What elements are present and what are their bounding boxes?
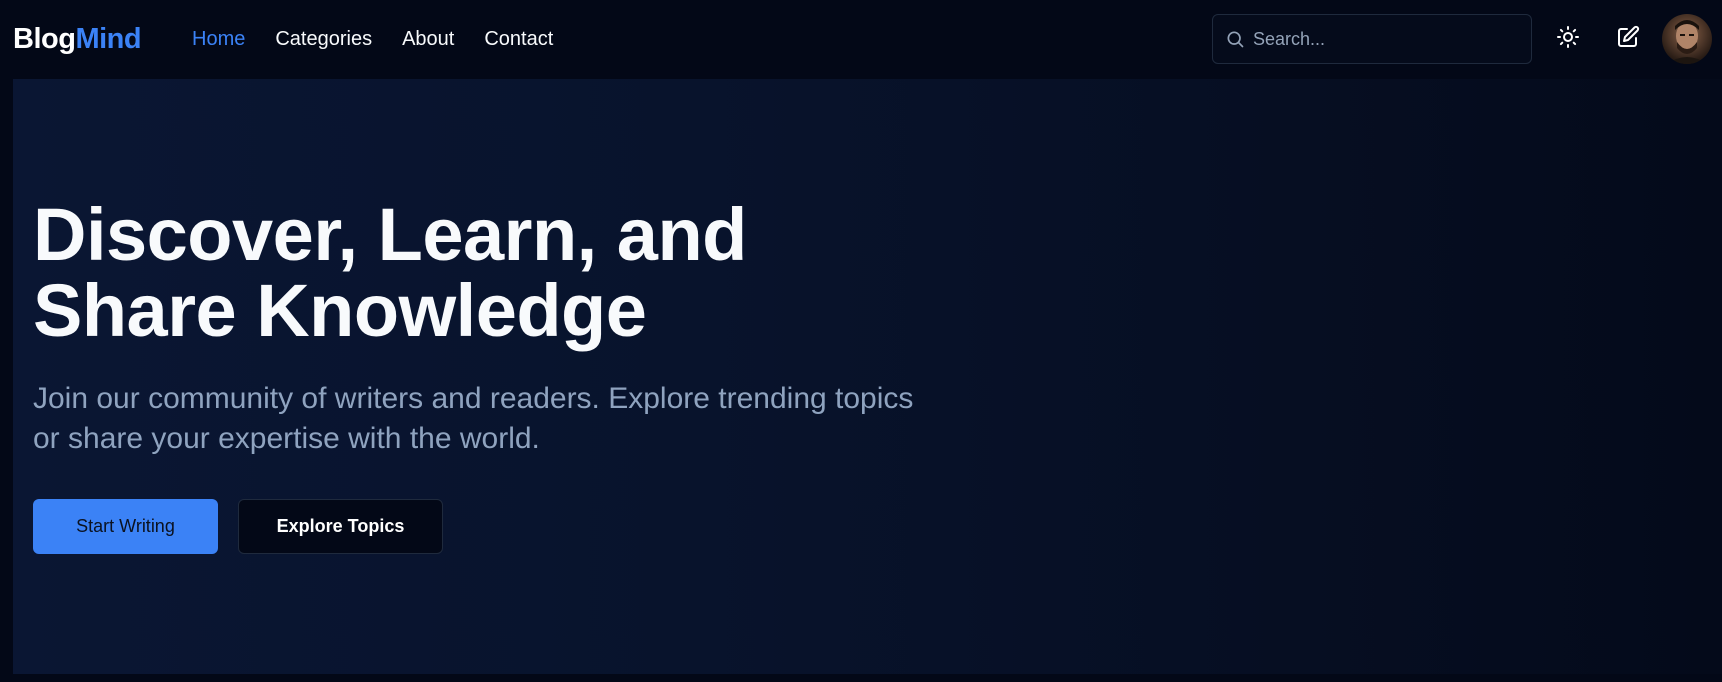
user-avatar[interactable] (1662, 14, 1712, 64)
theme-toggle-button[interactable] (1551, 22, 1585, 56)
main-nav: Home Categories About Contact (192, 26, 553, 52)
brand-logo-part2: Mind (75, 23, 142, 55)
nav-link-categories[interactable]: Categories (275, 26, 372, 52)
brand-logo[interactable]: BlogMind (13, 22, 142, 56)
explore-topics-button[interactable]: Explore Topics (238, 499, 443, 554)
start-writing-button[interactable]: Start Writing (33, 499, 218, 554)
hero-subtitle-line2: or share your expertise with the world. (33, 422, 540, 455)
search-icon (1225, 29, 1245, 49)
write-post-button[interactable] (1611, 22, 1645, 56)
search-box (1212, 14, 1532, 64)
hero-title: Discover, Learn, and Share Knowledge (33, 197, 933, 349)
hero-section: Discover, Learn, and Share Knowledge Joi… (13, 79, 1722, 674)
top-navbar: BlogMind Home Categories About Contact (0, 0, 1722, 79)
nav-link-about[interactable]: About (402, 26, 454, 52)
search-input[interactable] (1253, 15, 1523, 63)
edit-icon (1616, 25, 1640, 54)
brand-logo-part1: Blog (13, 23, 76, 55)
nav-link-contact[interactable]: Contact (484, 26, 553, 52)
sun-icon (1556, 25, 1580, 54)
hero-title-line2: Share Knowledge (33, 269, 647, 352)
hero-subtitle: Join our community of writers and reader… (33, 379, 1013, 459)
nav-link-home[interactable]: Home (192, 26, 245, 52)
hero-subtitle-line1: Join our community of writers and reader… (33, 382, 914, 415)
hero-title-line1: Discover, Learn, and (33, 193, 747, 276)
